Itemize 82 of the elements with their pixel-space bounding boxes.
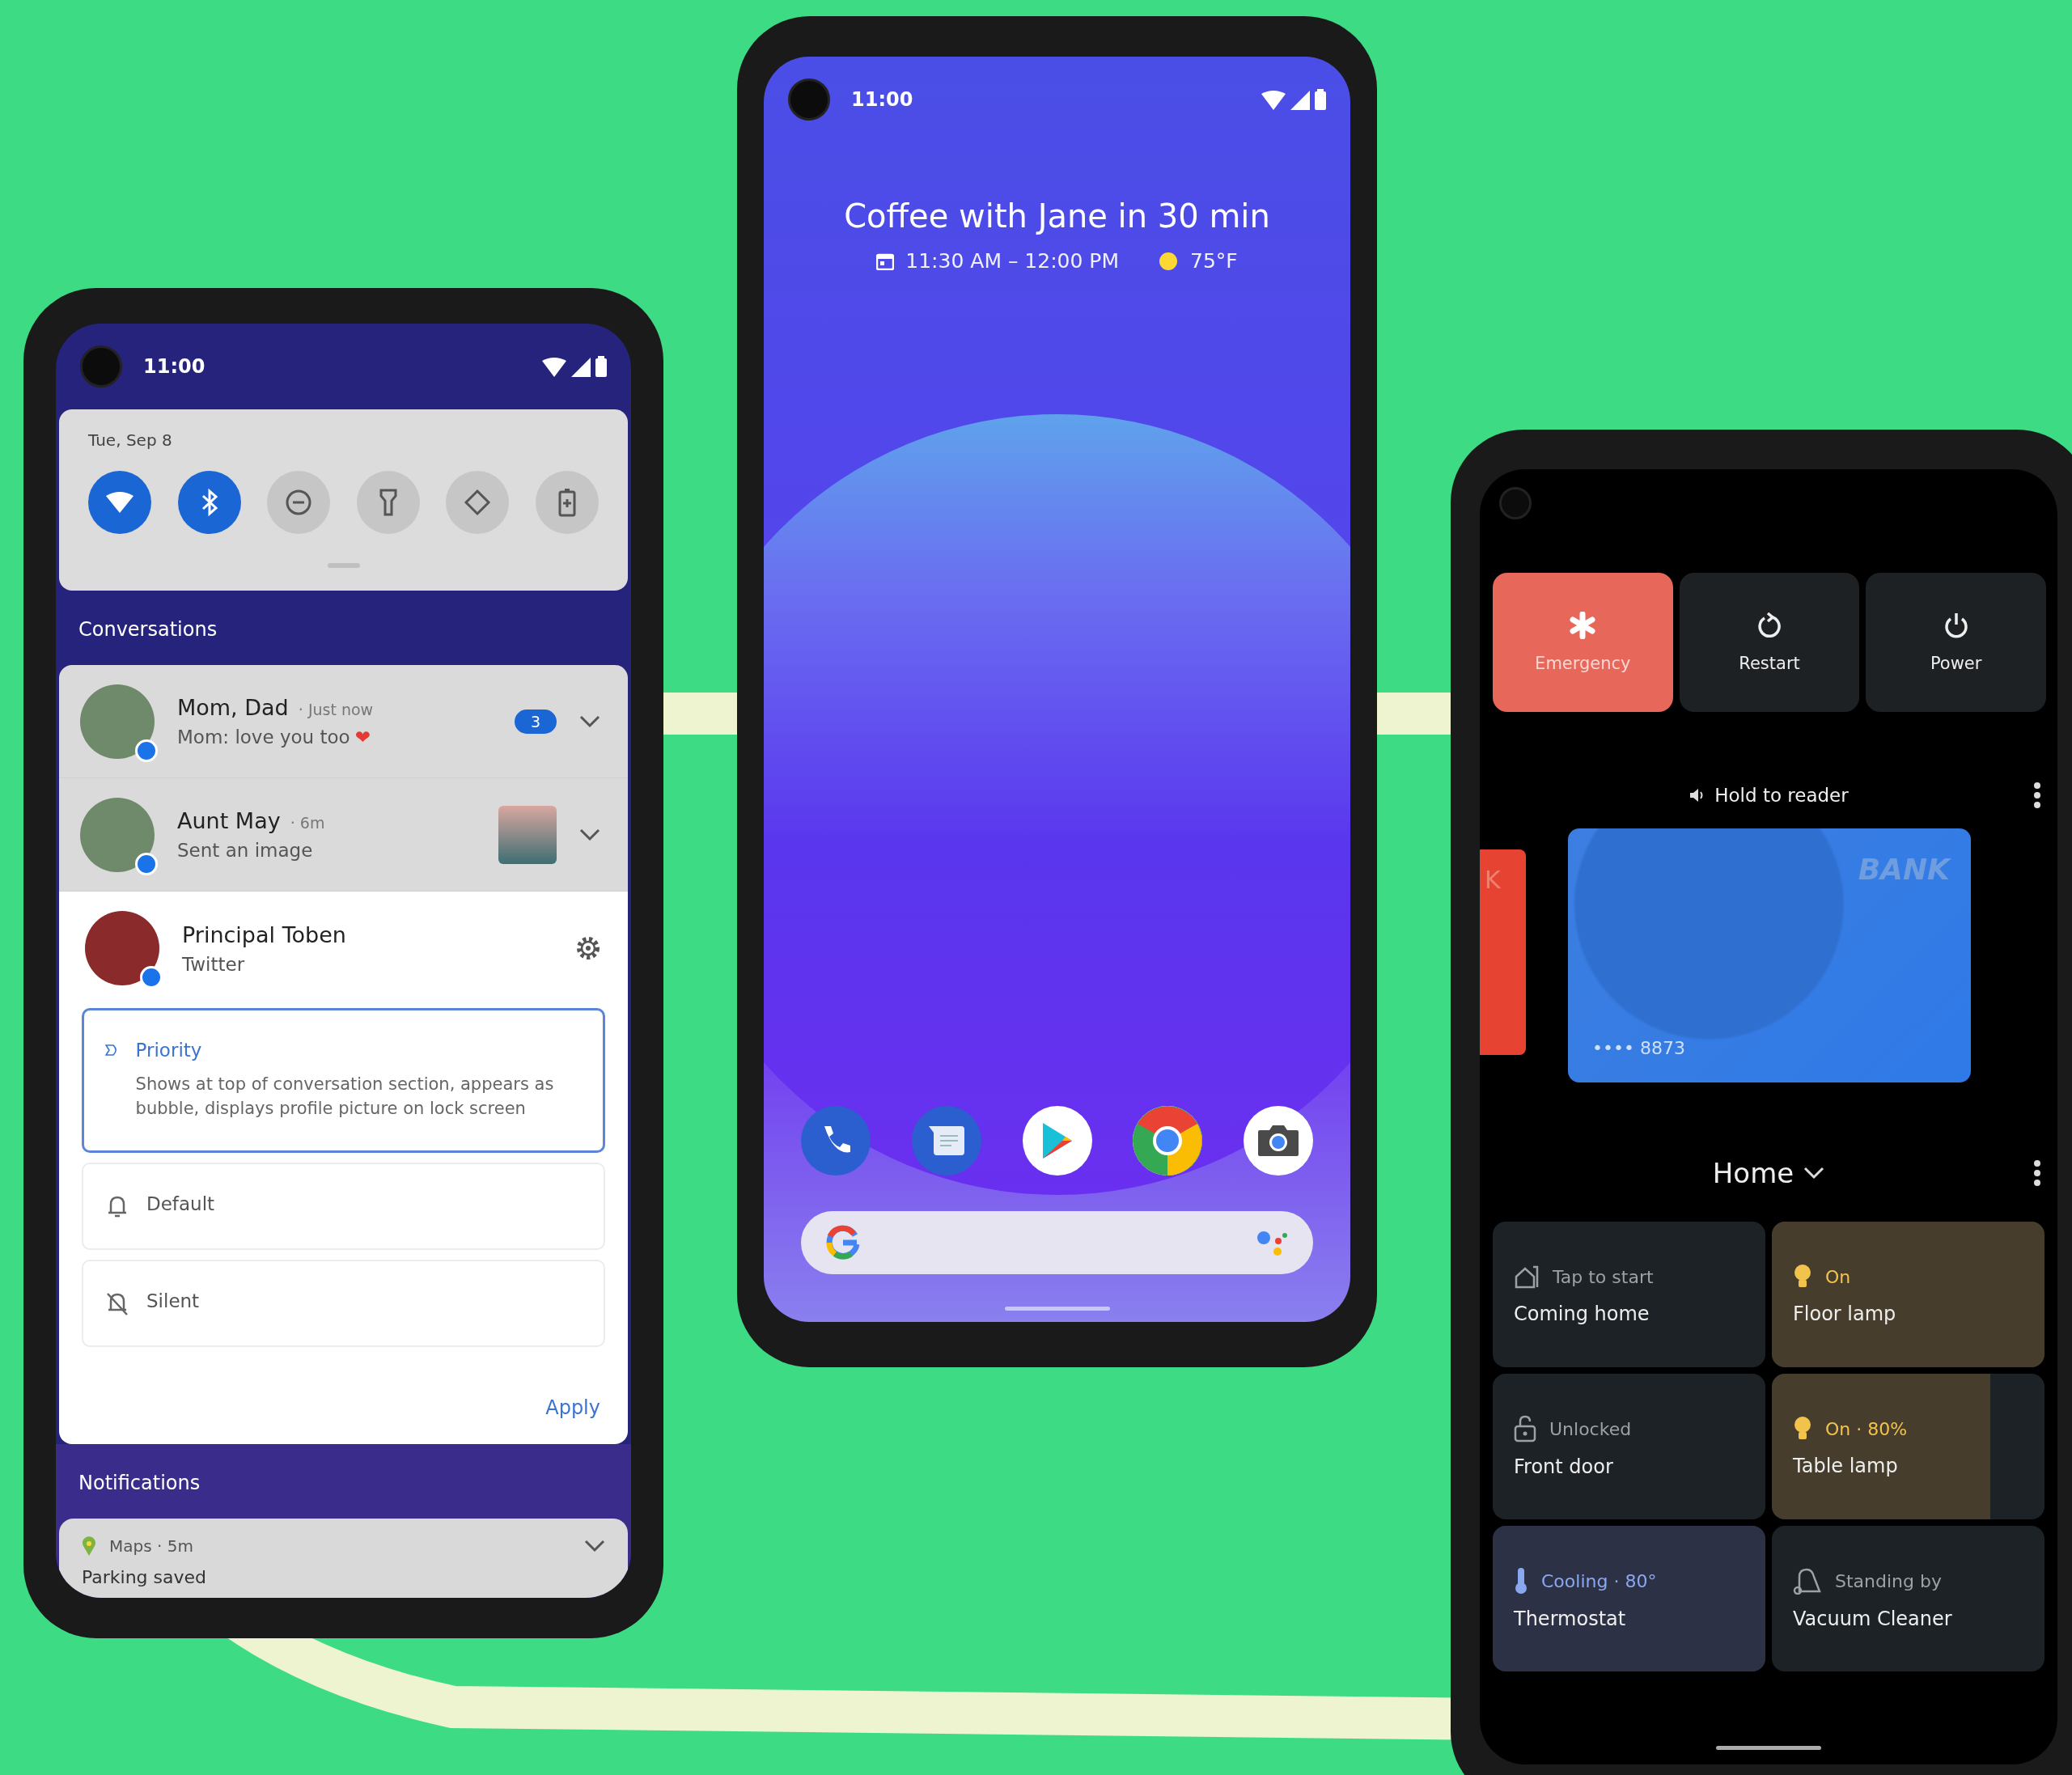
device-status: On [1825, 1266, 1851, 1287]
google-logo-icon [825, 1225, 861, 1260]
more-vert-icon[interactable] [2033, 782, 2041, 809]
calendar-icon [876, 252, 895, 270]
clock-time: 11:00 [143, 355, 206, 378]
lightbulb-icon [1793, 1416, 1812, 1442]
option-label: Silent [146, 1290, 200, 1311]
battery-icon [1315, 89, 1326, 110]
option-description: Shows at top of conversation section, appears as bubble, displays profile picture on lock screen [135, 1074, 555, 1120]
signal-icon [571, 358, 591, 377]
option-label: Priority [135, 1040, 202, 1061]
bank-name: BANK [1858, 853, 1950, 886]
camera-hole [788, 78, 830, 121]
notification-app: Maps · 5m [109, 1536, 193, 1556]
battery-plus-icon [557, 488, 576, 517]
app-badge-icon [135, 852, 158, 875]
device-status: Unlocked [1549, 1418, 1632, 1439]
house-icon [1514, 1264, 1540, 1290]
conversation-name: Aunt May · 6m [177, 808, 326, 833]
temperature: 75°F [1190, 249, 1238, 273]
device-status: On · 80% [1825, 1418, 1908, 1439]
app-name: Twitter [182, 953, 246, 975]
signal-icon [1290, 91, 1310, 110]
thermometer-icon [1514, 1567, 1528, 1595]
minus-circle-icon [285, 489, 313, 516]
wifi-icon [106, 492, 133, 513]
wallet-prompt: Hold to reader [1714, 785, 1849, 806]
wifi-icon [542, 358, 566, 377]
notification-card[interactable]: Maps · 5m Parking saved [59, 1518, 628, 1598]
drag-handle[interactable] [327, 563, 360, 568]
home-title: Home [1712, 1157, 1794, 1189]
card-number: •••• 8873 [1592, 1038, 1685, 1058]
map-pin-icon [82, 1536, 96, 1556]
device-name: Coming home [1514, 1303, 1650, 1325]
message-count-badge: 3 [514, 709, 557, 734]
device-name: Floor lamp [1793, 1303, 1897, 1325]
device-control-tile[interactable]: Tap to start Coming home [1493, 1222, 1765, 1367]
notification-option[interactable]: Silent [82, 1259, 605, 1347]
option-label: Default [146, 1193, 215, 1214]
more-vert-icon[interactable] [2033, 1159, 2041, 1187]
notification-option[interactable]: Priority Shows at top of conversation section, appears as bubble, displays profile picture on lock screen [82, 1008, 605, 1153]
vacuum-icon [1793, 1567, 1822, 1595]
lightbulb-icon [1793, 1264, 1812, 1290]
device-status: Standing by [1835, 1570, 1942, 1591]
device-control-tile[interactable]: Cooling · 80° Thermostat [1493, 1526, 1765, 1671]
sun-icon [1158, 250, 1179, 272]
power-icon [1943, 612, 1969, 639]
device-name: Table lamp [1793, 1455, 1899, 1477]
conversation-name: Principal Toben [182, 921, 347, 947]
conversation-message: Sent an image [177, 840, 314, 861]
device-status: Cooling · 80° [1541, 1570, 1657, 1591]
wifi-icon [1261, 91, 1286, 110]
asterisk-icon [1569, 612, 1597, 639]
device-name: Front door [1514, 1455, 1614, 1478]
device-control-tile[interactable]: Unlocked Front door [1493, 1374, 1765, 1519]
clock-time: 11:00 [851, 88, 913, 111]
device-control-tile[interactable]: On Floor lamp [1772, 1222, 2044, 1367]
event-time: 11:30 AM – 12:00 PM [905, 249, 1119, 273]
glance-title: Coffee with Jane in 30 min [843, 197, 1271, 235]
battery-icon [595, 356, 607, 377]
section-header: Notifications [78, 1471, 201, 1494]
date-label: Tue, Sep 8 [88, 430, 172, 450]
section-header: Conversations [78, 618, 218, 641]
device-status: Tap to start [1553, 1266, 1654, 1287]
conversation-message: Mom: love you too ❤ [177, 727, 371, 748]
app-badge-icon [135, 739, 158, 762]
restart-icon [1756, 612, 1782, 639]
flashlight-icon [378, 488, 398, 517]
apply-button[interactable]: Apply [540, 1395, 605, 1420]
settings-icon[interactable] [574, 934, 602, 962]
device-name: Thermostat [1514, 1608, 1627, 1630]
power-menu-button[interactable]: Power [1866, 573, 2046, 712]
unlocked-padlock-icon [1514, 1415, 1536, 1442]
power-menu-button[interactable]: Restart [1679, 573, 1860, 712]
conversation-name: Mom, Dad · Just now [177, 695, 375, 720]
camera-hole [1499, 487, 1532, 519]
device-control-tile[interactable]: On · 80% Table lamp [1772, 1374, 2044, 1519]
camera-hole [80, 345, 122, 388]
notification-option[interactable]: Default [82, 1162, 605, 1250]
device-control-tile[interactable]: Standing by Vacuum Cleaner [1772, 1526, 2044, 1671]
notification-title: Parking saved [82, 1566, 208, 1587]
device-name: Vacuum Cleaner [1793, 1608, 1953, 1630]
